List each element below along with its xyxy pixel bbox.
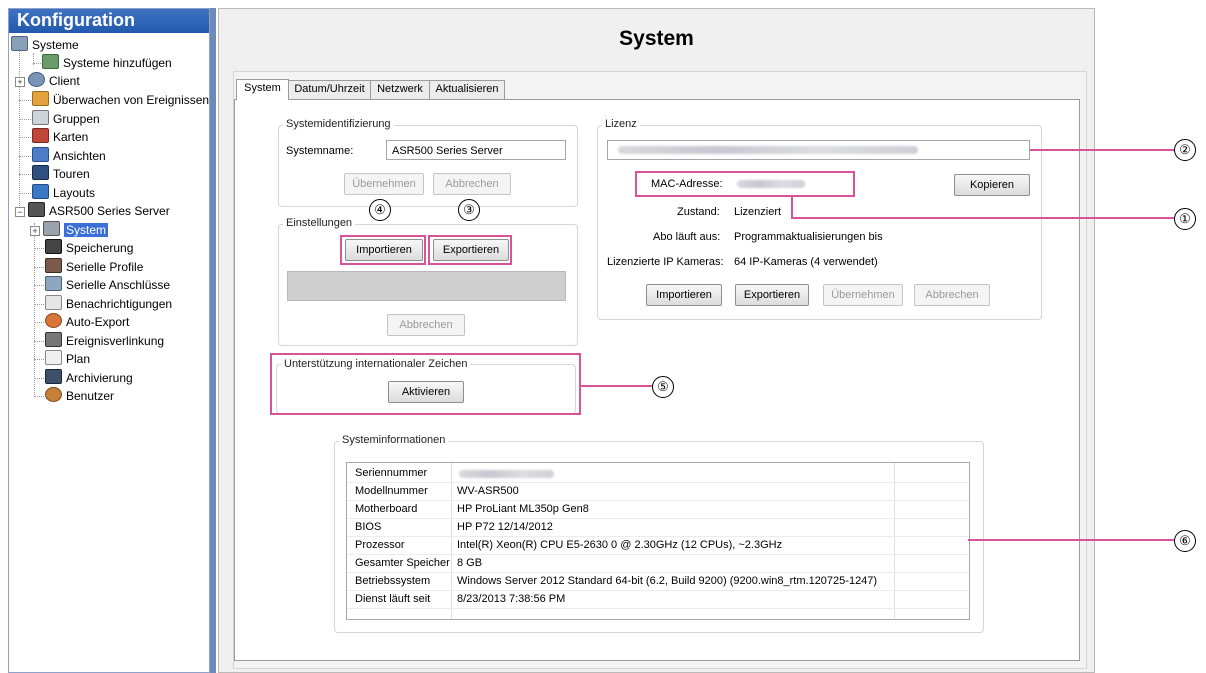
cameras-value: 64 IP-Kameras (4 verwendet) [734, 256, 878, 268]
tree-item-asr500-server[interactable]: ASR500 Series Server [28, 202, 170, 220]
settings-progress-bar [287, 271, 566, 301]
serial-ports-icon [45, 276, 62, 291]
expand-system-icon[interactable]: + [30, 226, 40, 236]
tab-system[interactable]: System [236, 79, 289, 100]
callout-2: ② [1174, 139, 1196, 161]
archive-icon [45, 369, 62, 384]
tab-aktualisieren[interactable]: Aktualisieren [429, 80, 505, 99]
add-system-icon [42, 54, 59, 69]
system-id-apply-button[interactable]: Übernehmen [344, 173, 424, 195]
monitor-events-icon [32, 91, 49, 106]
system-id-cancel-button[interactable]: Abbrechen [433, 173, 511, 195]
table-row: Modellnummer WV-ASR500 [347, 483, 969, 501]
tree-item-ereignisverlinkung[interactable]: Ereignisverlinkung [45, 332, 164, 350]
tab-datum-uhrzeit[interactable]: Datum/Uhrzeit [288, 80, 371, 99]
license-export-button[interactable]: Exportieren [735, 284, 809, 306]
table-row: Betriebssystem Windows Server 2012 Standa… [347, 573, 969, 591]
tree-item-plan[interactable]: Plan [45, 350, 90, 368]
annotation-box-import [340, 235, 426, 265]
settings-cancel-button[interactable]: Abbrechen [387, 314, 465, 336]
tab-netzwerk[interactable]: Netzwerk [370, 80, 430, 99]
table-row: BIOS HP P72 12/14/2012 [347, 519, 969, 537]
license-apply-button[interactable]: Übernehmen [823, 284, 903, 306]
table-row: Seriennummer [347, 465, 969, 483]
tree-item-speicherung[interactable]: Speicherung [45, 239, 133, 257]
license-title: Lizenz [602, 118, 640, 130]
callout-1: ① [1174, 208, 1196, 230]
layouts-icon [32, 184, 49, 199]
table-row: Gesamter Speicher 8 GB [347, 555, 969, 573]
storage-icon [45, 239, 62, 254]
auto-export-icon [45, 313, 62, 328]
sysinfo-title: Systeminformationen [339, 434, 449, 446]
tree-item-layouts[interactable]: Layouts [32, 184, 95, 202]
serial-number-redacted [459, 470, 554, 478]
callout-5: ⑤ [652, 376, 674, 398]
sysinfo-table: Seriennummer Modellnummer WV-ASR500 Mothe… [346, 462, 970, 620]
expand-client-icon[interactable]: + [15, 77, 25, 87]
subscription-value: Programmaktualisierungen bis [734, 231, 883, 243]
callout-3: ③ [458, 199, 480, 221]
tree-item-systeme[interactable]: Systeme [11, 36, 79, 54]
copy-mac-button[interactable]: Kopieren [954, 174, 1030, 196]
tree-item-client[interactable]: Client [28, 72, 80, 90]
tree-item-ueberwachen[interactable]: Überwachen von Ereignissen [32, 91, 209, 109]
status-value: Lizenziert [734, 206, 782, 218]
calendar-icon [45, 350, 62, 365]
mail-icon [45, 295, 62, 310]
system-name-input[interactable]: ASR500 Series Server [386, 140, 566, 160]
annotation-box-mac [635, 171, 855, 197]
tree-item-karten[interactable]: Karten [32, 128, 88, 146]
tree-item-archivierung[interactable]: Archivierung [45, 369, 133, 387]
tree-item-serielle-profile[interactable]: Serielle Profile [45, 258, 143, 276]
system-name-label: Systemname: [286, 145, 354, 157]
tree-item-systeme-hinzufuegen[interactable]: Systeme hinzufügen [42, 54, 172, 72]
callout-4: ④ [369, 199, 391, 221]
system-id-title: Systemidentifizierung [283, 118, 394, 130]
tree-item-gruppen[interactable]: Gruppen [32, 110, 100, 128]
page-title: System [619, 27, 694, 50]
annotation-box-export [428, 235, 512, 265]
callout-6: ⑥ [1174, 530, 1196, 552]
tree-item-system[interactable]: System [43, 221, 109, 239]
tree-item-benachrichtigungen[interactable]: Benachrichtigungen [45, 295, 172, 313]
settings-title: Einstellungen [283, 217, 356, 229]
user-icon [45, 387, 62, 402]
table-row: Motherboard HP ProLiant ML350p Gen8 [347, 501, 969, 519]
maps-icon [32, 128, 49, 143]
subscription-label: Abo läuft aus: [653, 231, 721, 243]
system-icon [43, 221, 60, 236]
link-icon [45, 332, 62, 347]
table-row: Dienst läuft seit 8/23/2013 7:38:56 PM [347, 591, 969, 609]
annotation-box-intl [270, 353, 581, 415]
system-id-group [278, 125, 578, 207]
tree-item-touren[interactable]: Touren [32, 165, 90, 183]
systems-icon [11, 36, 28, 51]
tree-item-auto-export[interactable]: Auto-Export [45, 313, 129, 331]
tree-item-serielle-anschluesse[interactable]: Serielle Anschlüsse [45, 276, 170, 294]
tree-item-ansichten[interactable]: Ansichten [32, 147, 106, 165]
panel-splitter[interactable] [210, 8, 216, 673]
tree-item-benutzer[interactable]: Benutzer [45, 387, 114, 405]
license-cancel-button[interactable]: Abbrechen [914, 284, 990, 306]
views-icon [32, 147, 49, 162]
sidebar-tree: Konfiguration Systeme Systeme hinzufügen… [8, 8, 210, 673]
server-icon [28, 202, 45, 217]
client-gear-icon [28, 72, 45, 87]
collapse-server-icon[interactable]: − [15, 207, 25, 217]
status-label: Zustand: [677, 206, 720, 218]
cameras-label: Lizenzierte IP Kameras: [607, 256, 724, 268]
tours-icon [32, 165, 49, 180]
license-import-button[interactable]: Importieren [646, 284, 722, 306]
license-key-redacted [618, 146, 918, 154]
groups-icon [32, 110, 49, 125]
serial-profiles-icon [45, 258, 62, 273]
table-row: Prozessor Intel(R) Xeon(R) CPU E5-2630 0 … [347, 537, 969, 555]
sidebar-title: Konfiguration [9, 9, 209, 33]
